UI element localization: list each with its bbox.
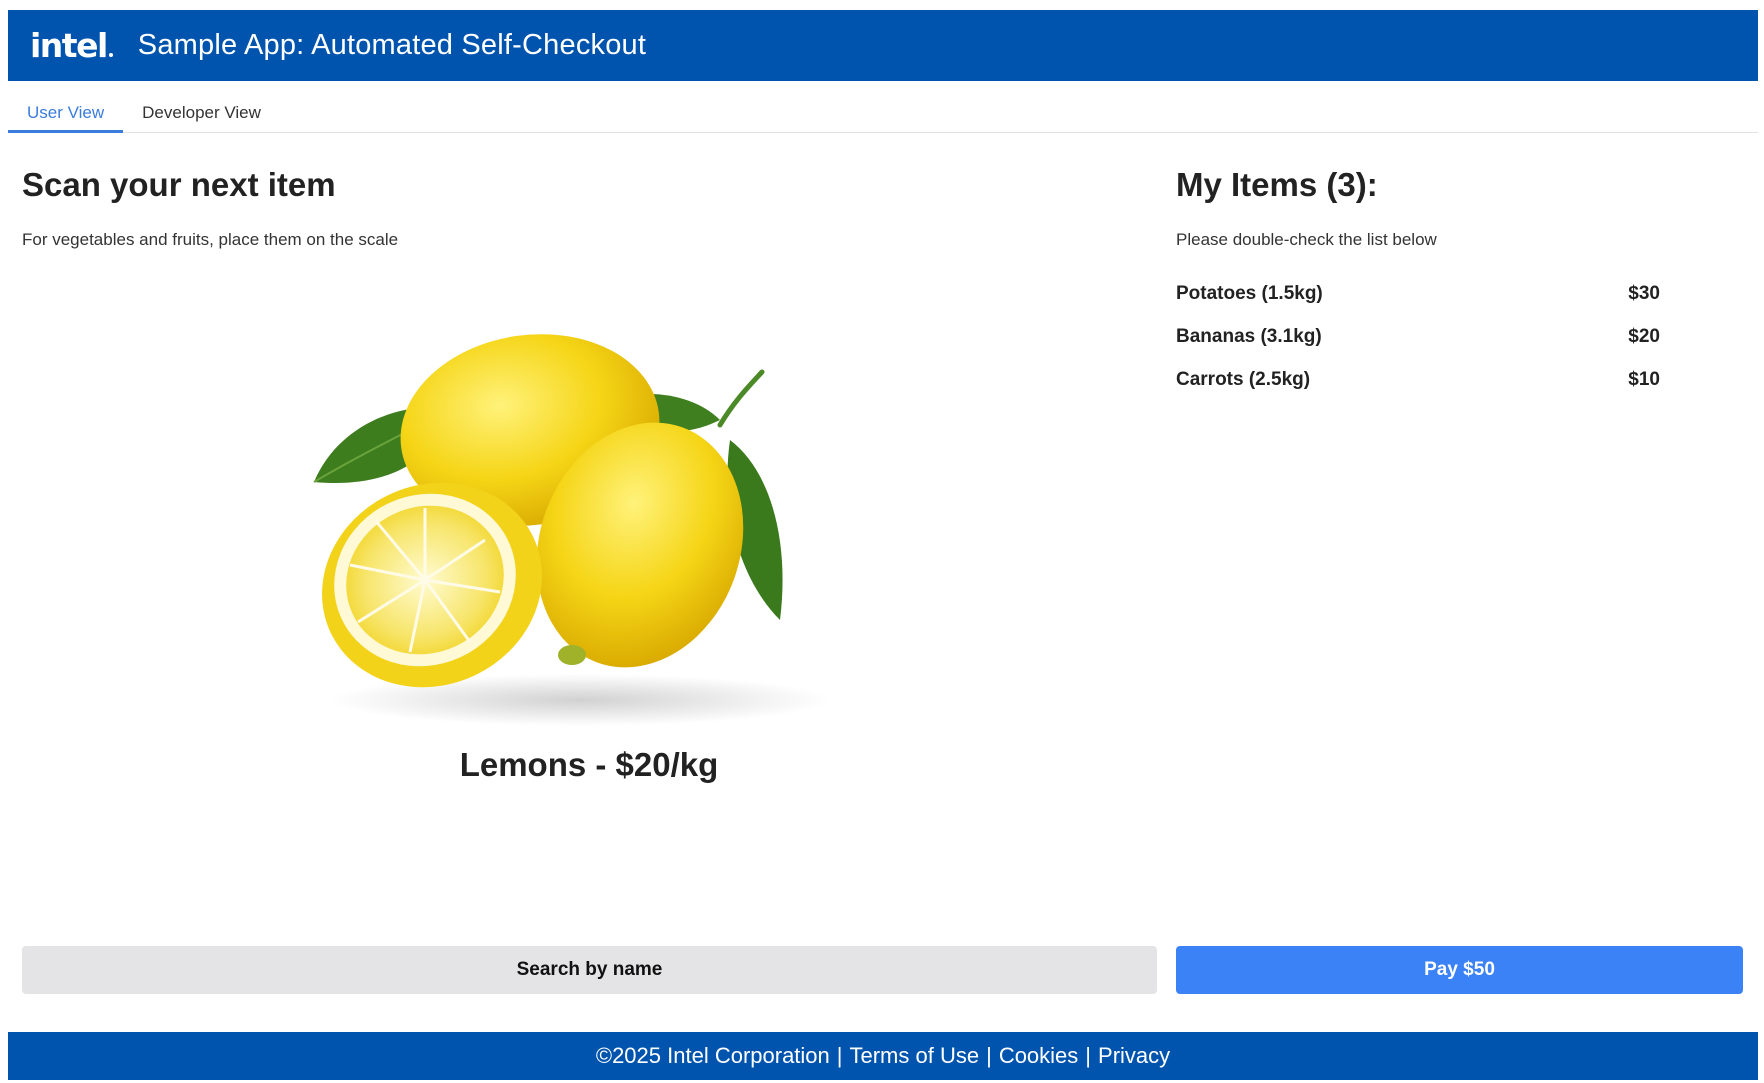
app-title: Sample App: Automated Self-Checkout bbox=[137, 29, 647, 61]
self-checkout-app: intel Sample App: Automated Self-Checkou… bbox=[0, 0, 1764, 1083]
tab-user-view[interactable]: User View bbox=[8, 91, 124, 133]
cookies-link[interactable]: Cookies bbox=[999, 1043, 1078, 1069]
app-footer: ©2025 Intel Corporation | Terms of Use |… bbox=[8, 1032, 1758, 1080]
product-label: Lemons - $20/kg bbox=[459, 746, 719, 783]
app-header: intel Sample App: Automated Self-Checkou… bbox=[8, 10, 1758, 81]
list-item: Bananas (3.1kg) $20 bbox=[1176, 315, 1660, 358]
list-item: Potatoes (1.5kg) $30 bbox=[1176, 272, 1660, 315]
item-name: Carrots (2.5kg) bbox=[1176, 368, 1311, 390]
copyright-text: ©2025 Intel Corporation bbox=[595, 1043, 830, 1068]
cart-title: My Items (3): bbox=[1176, 166, 1378, 203]
footer-separator: | bbox=[836, 1043, 843, 1068]
privacy-link[interactable]: Privacy bbox=[1098, 1043, 1170, 1069]
item-price: $20 bbox=[1628, 325, 1660, 347]
lemons-image bbox=[313, 334, 830, 726]
list-item: Carrots (2.5kg) $10 bbox=[1176, 358, 1660, 401]
cart-subtitle: Please double-check the list below bbox=[1176, 230, 1437, 249]
item-price: $30 bbox=[1628, 282, 1660, 304]
pay-button[interactable]: Pay $50 bbox=[1176, 946, 1743, 994]
cart-items-list: Potatoes (1.5kg) $30 Bananas (3.1kg) $20… bbox=[1176, 272, 1660, 401]
view-tabs: User View Developer View bbox=[8, 91, 1758, 133]
intel-logo: intel bbox=[30, 26, 113, 65]
scan-subtitle: For vegetables and fruits, place them on… bbox=[22, 230, 399, 249]
footer-separator: | bbox=[986, 1043, 992, 1068]
item-name: Potatoes (1.5kg) bbox=[1176, 282, 1323, 304]
footer-separator: | bbox=[1085, 1043, 1092, 1068]
terms-link[interactable]: Terms of Use bbox=[850, 1043, 980, 1069]
scan-title: Scan your next item bbox=[22, 166, 336, 203]
item-name: Bananas (3.1kg) bbox=[1176, 325, 1322, 347]
item-price: $10 bbox=[1628, 368, 1660, 390]
search-by-name-button[interactable]: Search by name bbox=[22, 946, 1157, 994]
tab-developer-view[interactable]: Developer View bbox=[123, 91, 280, 133]
